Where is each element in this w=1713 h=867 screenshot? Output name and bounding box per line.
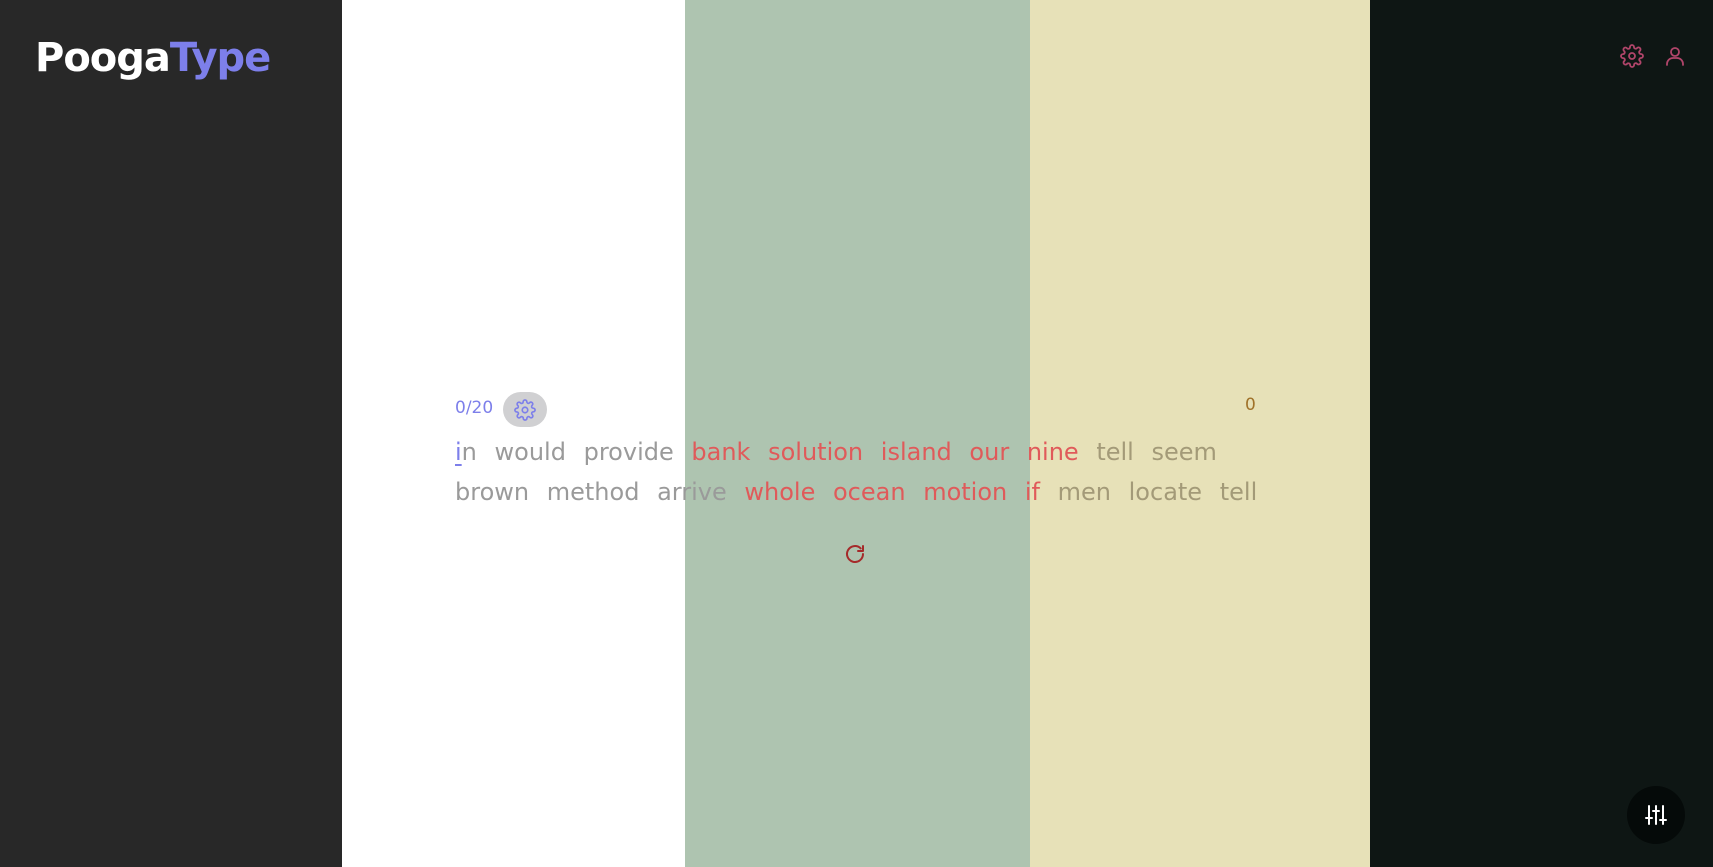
word: arrive <box>657 478 727 506</box>
word: solution <box>768 438 864 466</box>
word: method <box>546 478 640 506</box>
typing-words-area[interactable]: in would provide bank solution island ou… <box>455 432 1258 512</box>
word: motion <box>923 478 1008 506</box>
settings-button[interactable] <box>1620 44 1644 68</box>
test-settings-button[interactable] <box>503 392 547 427</box>
logo-part-type: Type <box>169 35 271 81</box>
word-remainder: n <box>461 438 477 466</box>
caret-letter: i <box>455 438 462 466</box>
word: if <box>1024 478 1040 506</box>
gear-icon <box>514 398 536 421</box>
word: ocean <box>832 478 906 506</box>
word: men <box>1057 478 1111 506</box>
background-band-dark <box>0 0 342 867</box>
words-line-1: in would provide bank solution island ou… <box>455 432 1255 472</box>
profile-button[interactable] <box>1663 44 1687 68</box>
word: tell <box>1219 478 1258 506</box>
user-icon <box>1666 47 1684 66</box>
word: whole <box>744 478 816 506</box>
sliders-icon <box>1645 805 1667 825</box>
word: bank <box>691 438 751 466</box>
word: would <box>494 438 566 466</box>
restart-icon <box>846 545 864 563</box>
word: brown <box>455 478 530 506</box>
wpm-counter: 0 <box>1245 395 1256 415</box>
restart-button[interactable] <box>843 542 867 566</box>
words-line-2: brown method arrive whole ocean motion i… <box>455 472 1258 512</box>
word: seem <box>1151 438 1217 466</box>
word: island <box>880 438 952 466</box>
header-actions <box>1620 44 1687 68</box>
word: provide <box>583 438 674 466</box>
word: tell <box>1096 438 1134 466</box>
word: our <box>969 438 1010 466</box>
gear-icon <box>1620 44 1644 68</box>
quick-settings-button[interactable] <box>1627 786 1685 844</box>
word-current: in <box>455 438 477 466</box>
word-progress-counter: 0/20 <box>455 398 494 418</box>
logo-part-pooga: Pooga <box>35 35 171 81</box>
app-root: PoogaType 0/20 0 in would provide bank s… <box>0 0 1713 867</box>
word: locate <box>1128 478 1203 506</box>
background-band-black <box>1370 0 1713 867</box>
app-logo[interactable]: PoogaType <box>35 33 271 83</box>
word: nine <box>1026 438 1079 466</box>
